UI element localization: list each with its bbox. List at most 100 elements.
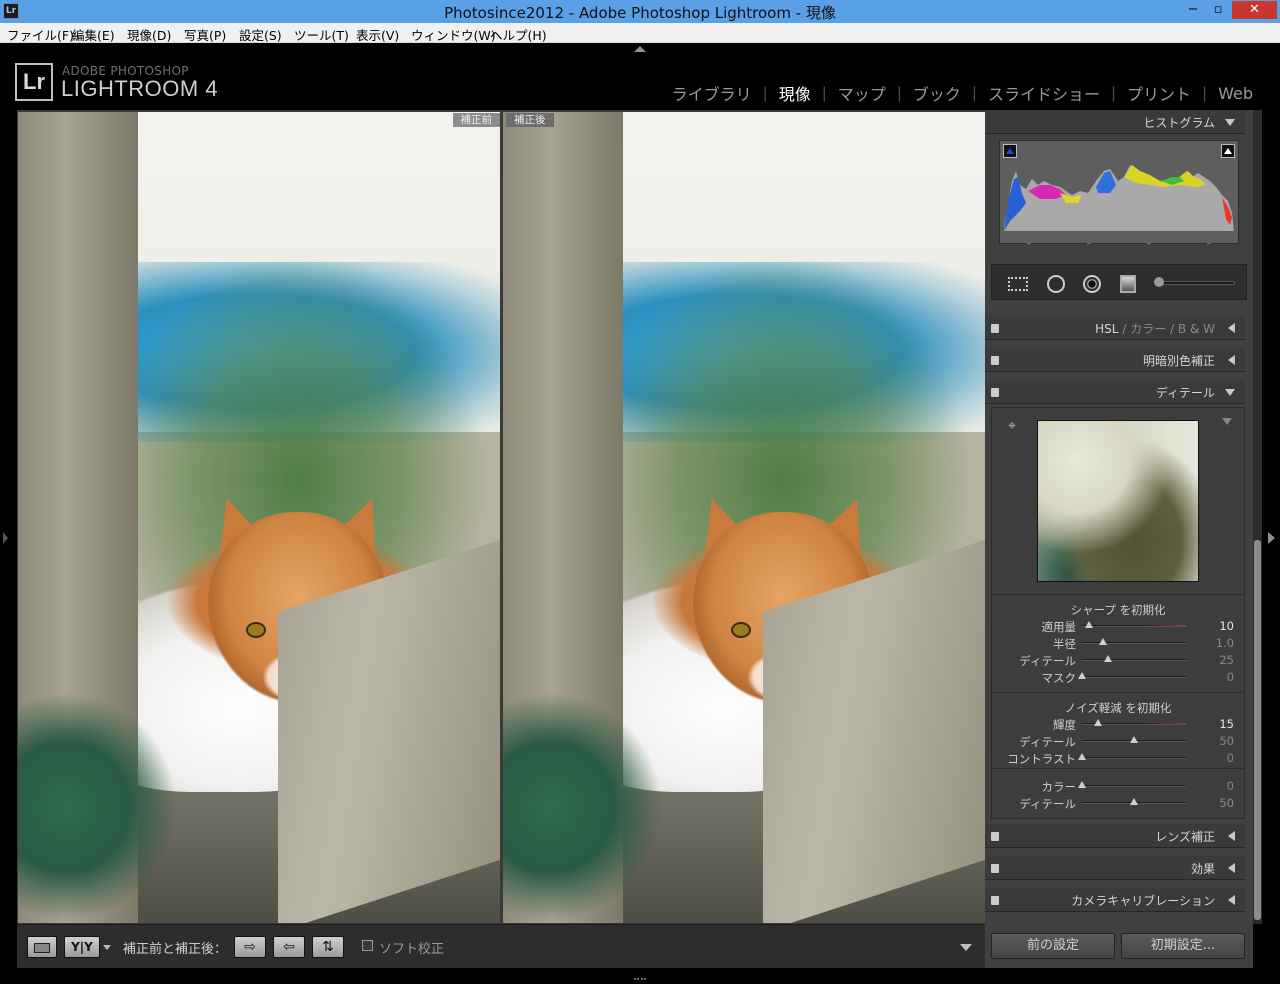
split-toning-header[interactable]: 明暗別色補正 [985,348,1245,372]
noise-reduction-title[interactable]: ノイズ軽減 を初期化 [992,700,1244,716]
slider-knob-icon[interactable] [1104,655,1112,662]
slider-knob-icon[interactable] [1130,736,1138,743]
slider-row[interactable]: 適用量 10 [992,618,1244,635]
module-slideshow[interactable]: スライドショー [977,81,1111,105]
slider-track[interactable] [1082,719,1186,726]
reset-button[interactable]: 初期設定... [1121,933,1245,959]
slider-track[interactable] [1082,655,1186,662]
menu-develop[interactable]: 現像(D) [127,25,171,44]
section-toggle-switch[interactable] [991,388,999,397]
slider-row[interactable]: ディテール 50 [992,733,1244,750]
copy-after-to-before-button[interactable]: ⇦ [273,936,305,958]
slider-knob-icon[interactable] [1085,621,1094,628]
detail-header[interactable]: ディテール [985,380,1245,404]
highlight-clipping-icon[interactable] [1221,144,1235,158]
section-toggle-switch[interactable] [991,324,999,333]
top-panel-collapse-icon[interactable] [634,46,646,52]
slider-row[interactable]: コントラスト 0 [992,750,1244,767]
slider-row[interactable]: 輝度 15 [992,716,1244,733]
slider-track[interactable] [1082,638,1186,645]
right-panel-collapse-icon[interactable] [1268,532,1275,544]
close-icon[interactable]: ✕ [1232,1,1277,19]
menu-file[interactable]: ファイル(F) [7,25,74,44]
effects-header[interactable]: 効果 [985,856,1245,880]
menu-window[interactable]: ウィンドウ(W) [411,25,496,44]
lens-correction-header[interactable]: レンズ補正 [985,824,1245,848]
target-crosshair-icon[interactable]: ⌖ [1008,418,1016,434]
slider-row[interactable]: ディテール 25 [992,652,1244,669]
slider-knob-icon[interactable] [1078,753,1086,760]
before-after-yy-button[interactable]: Y|Y [64,936,100,958]
menu-edit[interactable]: 編集(E) [72,25,115,44]
section-toggle-switch[interactable] [991,864,999,873]
slider-track[interactable] [1082,621,1186,628]
left-panel-expand-icon[interactable] [3,532,8,544]
adjustment-brush-slider[interactable] [1154,277,1235,287]
menu-help[interactable]: ヘルプ(H) [490,25,547,44]
redeye-icon[interactable] [1080,272,1104,294]
slider-value[interactable]: 25 [1219,653,1234,667]
adjustment-brush-slider-icon[interactable] [1154,277,1164,287]
slider-track[interactable] [1082,736,1186,743]
slider-track[interactable] [1078,781,1186,788]
slider-track[interactable] [1078,753,1186,760]
slider-knob-icon[interactable] [1078,781,1086,788]
slider-knob-icon[interactable] [1093,719,1102,726]
module-web[interactable]: Web [1207,84,1264,103]
graduated-filter-icon[interactable] [1116,272,1140,294]
right-panel-scrollbar[interactable] [1253,110,1262,924]
slider-value[interactable]: 0 [1227,670,1234,684]
menu-photo[interactable]: 写真(P) [184,25,226,44]
slider-knob-icon[interactable] [1130,798,1138,805]
slider-value[interactable]: 15 [1219,717,1234,731]
camera-calibration-header[interactable]: カメラキャリブレーション [985,888,1245,912]
module-library[interactable]: ライブラリ [661,81,763,105]
slider-knob-icon[interactable] [1098,638,1107,645]
previous-settings-button[interactable]: 前の設定 [991,933,1115,959]
softproof-label[interactable]: ソフト校正 [379,938,444,957]
menu-tools[interactable]: ツール(T) [294,25,349,44]
slider-value[interactable]: 50 [1219,734,1234,748]
softproof-checkbox[interactable] [362,940,373,951]
tab-hsl[interactable]: HSL [1095,322,1118,336]
spot-removal-icon[interactable] [1044,272,1068,294]
crop-overlay-icon[interactable] [1006,272,1030,294]
preview-dropdown-icon[interactable] [1222,418,1232,425]
tab-bw[interactable]: B & W [1178,322,1215,336]
sharpening-title[interactable]: シャープ を初期化 [992,602,1244,618]
module-book[interactable]: ブック [902,81,972,105]
module-print[interactable]: プリント [1116,81,1202,105]
slider-row[interactable]: ディテール 50 [992,795,1244,812]
slider-row[interactable]: マスク 0 [992,669,1244,686]
toolbar-options-dropdown-icon[interactable] [960,944,972,951]
slider-row[interactable]: カラー 0 [992,778,1244,795]
slider-value[interactable]: 1.0 [1216,636,1234,650]
slider-track[interactable] [1082,798,1186,805]
slider-value[interactable]: 0 [1227,779,1234,793]
tab-color[interactable]: カラー [1130,322,1166,336]
menu-view[interactable]: 表示(V) [356,25,399,44]
hsl-section-header[interactable]: HSL / カラー / B & W [985,316,1245,340]
slider-row[interactable]: 半径 1.0 [992,635,1244,652]
section-toggle-switch[interactable] [991,896,999,905]
slider-value[interactable]: 50 [1219,796,1234,810]
shadow-clipping-icon[interactable] [1003,144,1017,158]
filmstrip-collapse-icon[interactable] [634,972,646,980]
before-photo[interactable]: 補正前 [18,112,500,923]
menu-settings[interactable]: 設定(S) [239,25,282,44]
loupe-view-button[interactable] [27,936,57,958]
slider-knob-icon[interactable] [1078,672,1086,679]
copy-before-to-after-button[interactable]: ⇨ [234,936,266,958]
histogram-header[interactable]: ヒストグラム [985,110,1245,134]
slider-value[interactable]: 10 [1219,619,1234,633]
maximize-icon[interactable]: ▫ [1205,1,1231,19]
after-photo[interactable]: 補正後 [503,112,985,923]
histogram[interactable] [999,140,1239,244]
section-toggle-switch[interactable] [991,832,999,841]
minimize-icon[interactable]: − [1180,1,1206,19]
detail-zoom-preview[interactable] [1037,420,1199,582]
scrollbar-thumb[interactable] [1254,540,1261,920]
section-toggle-switch[interactable] [991,356,999,365]
slider-track[interactable] [1078,672,1186,679]
module-map[interactable]: マップ [827,81,897,105]
